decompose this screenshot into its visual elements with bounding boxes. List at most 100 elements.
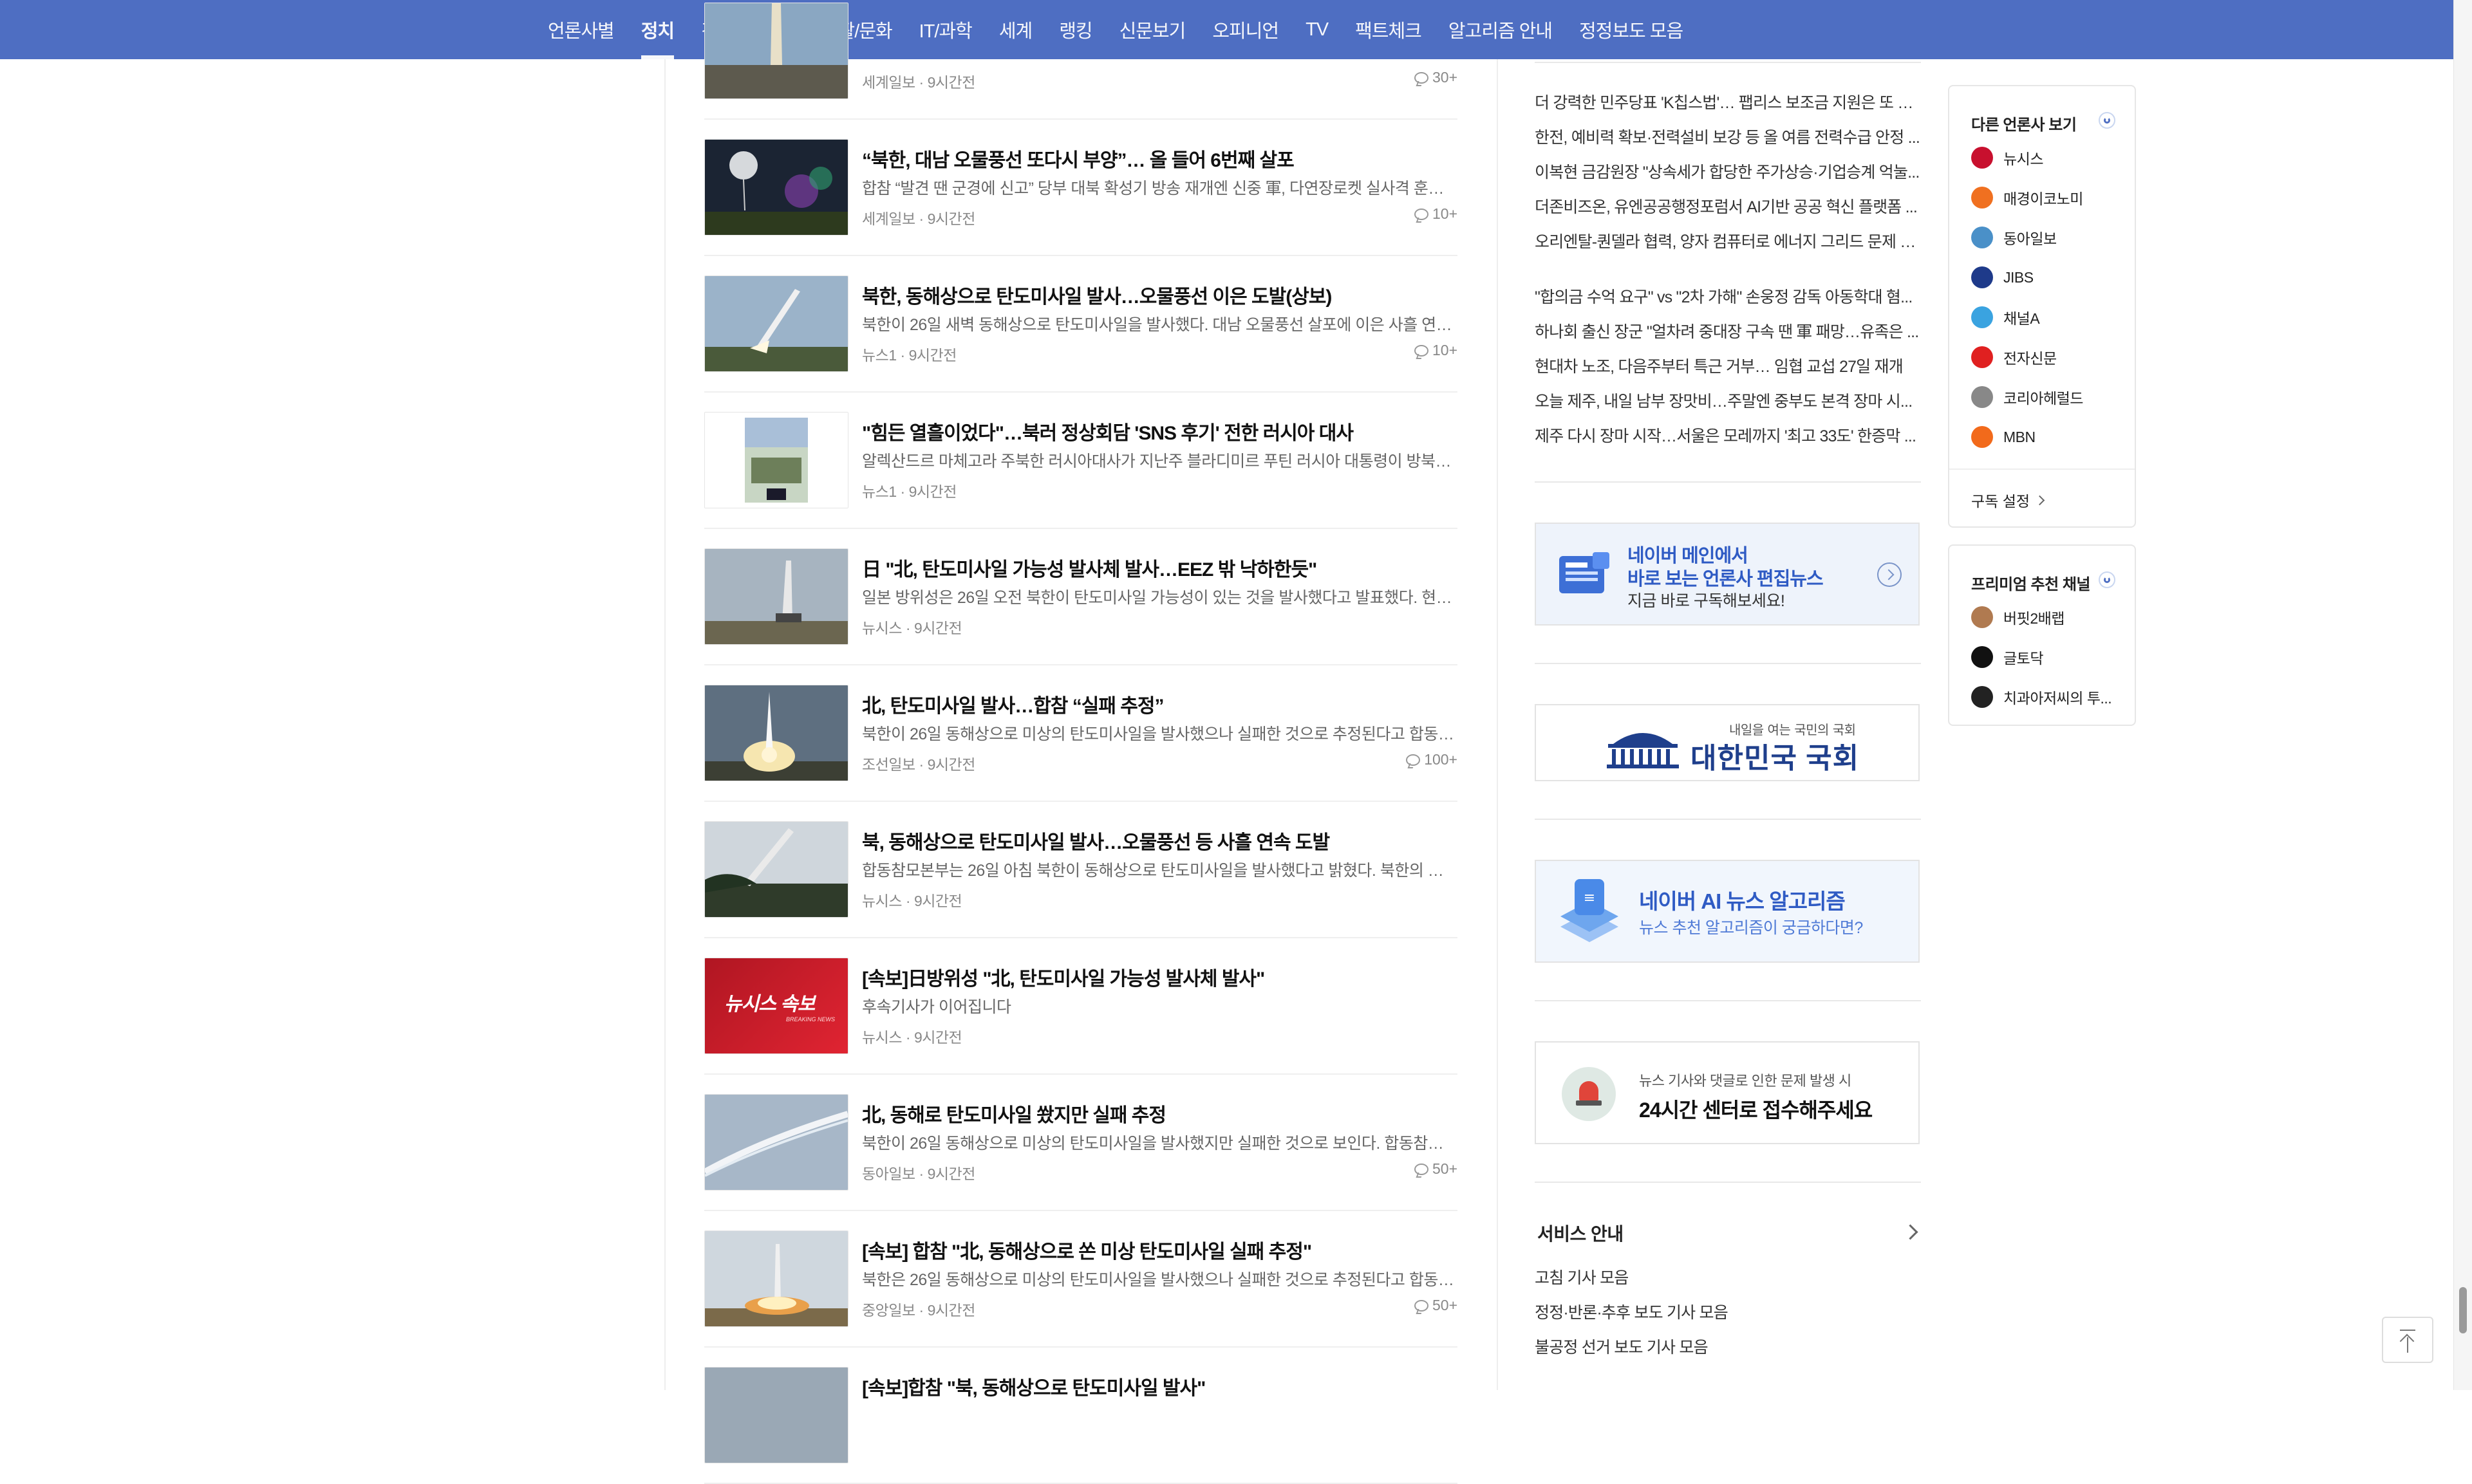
article-summary: 북한이 26일 새벽 동해상으로 탄도미사일을 발사했다. 대남 오물풍선 살포… <box>862 316 1454 334</box>
article-source[interactable]: 뉴시스 <box>862 893 902 909</box>
refresh-icon[interactable] <box>2099 112 2115 129</box>
headline-link[interactable]: 현대차 노조, 다음주부터 특근 거부… 임협 교섭 27일 재개 <box>1535 354 1921 377</box>
service-link[interactable]: 불공정 선거 보도 기사 모음 <box>1535 1335 1921 1358</box>
article-title[interactable]: [속보]日방위성 "北, 탄도미사일 가능성 발사체 발사" <box>862 963 1454 991</box>
article-thumbnail[interactable] <box>704 1367 848 1463</box>
headline-link[interactable]: 더 강력한 민주당표 'K칩스법'… 팹리스 보조금 지원은 또 빠져 <box>1535 90 1921 113</box>
article-title[interactable]: 북한, 동해상으로 탄도미사일 발사…오물풍선 이은 도발(상보) <box>862 281 1454 309</box>
article-title[interactable]: [속보] 합참 "北, 동해상으로 쏜 미상 탄도미사일 실패 추정" <box>862 1236 1454 1264</box>
comment-count[interactable]: 30+ <box>1414 69 1457 86</box>
article-thumbnail[interactable] <box>704 821 848 918</box>
press-item[interactable]: 채널A <box>1971 306 2040 328</box>
nav-item[interactable]: 정정보도 모음 <box>1566 0 1696 59</box>
press-name: 전자신문 <box>2003 350 2057 367</box>
article-source[interactable]: 중앙일보 <box>862 1302 915 1319</box>
headline-link[interactable]: 더존비즈온, 유엔공공행정포럼서 AI기반 공공 혁신 플랫폼 ... <box>1535 194 1921 218</box>
ai-stack-icon: ≡ <box>1560 879 1618 942</box>
national-assembly-banner[interactable]: 내일을 여는 국민의 국회 대한민국 국회 <box>1535 704 1920 781</box>
article-item[interactable]: 北, 동해로 탄도미사일 쐈지만 실패 추정 북한이 26일 동해상으로 미상의 … <box>704 1073 1457 1211</box>
article-item[interactable]: “북한, 대남 오물풍선 또다시 부양”… 올 들어 6번째 살포 합참 “발견 … <box>704 118 1457 256</box>
article-summary: 일본 방위성은 26일 오전 북한이 탄도미사일 가능성이 있는 것을 발사했다… <box>862 589 1454 607</box>
article-thumbnail[interactable] <box>704 1230 848 1327</box>
press-item[interactable]: 코리아헤럴드 <box>1971 386 2083 408</box>
nav-item[interactable]: 언론사별 <box>534 0 628 59</box>
article-source[interactable]: 동아일보 <box>862 1165 915 1182</box>
nav-item[interactable]: 정치 <box>628 0 688 59</box>
article-item[interactable]: 북, 동해상으로 탄도미사일 발사…오물풍선 등 사흘 연속 도발 합동참모본부는… <box>704 801 1457 938</box>
article-title[interactable]: 日 "北, 탄도미사일 가능성 발사체 발사…EEZ 밖 낙하한듯" <box>862 553 1454 582</box>
article-source[interactable]: 조선일보 <box>862 756 915 773</box>
article-item[interactable]: 日 "北, 탄도미사일 가능성 발사체 발사…EEZ 밖 낙하한듯" 일본 방위성… <box>704 528 1457 665</box>
article-title[interactable]: “북한, 대남 오물풍선 또다시 부양”… 올 들어 6번째 살포 <box>862 144 1454 172</box>
article-item[interactable]: 북한, 동해상으로 탄도미사일 발사…오물풍선 이은 도발(상보) 북한이 26일… <box>704 255 1457 393</box>
comment-count[interactable]: 100+ <box>1406 751 1457 768</box>
article-thumbnail[interactable] <box>704 548 848 645</box>
article-title[interactable]: 北, 동해로 탄도미사일 쐈지만 실패 추정 <box>862 1099 1454 1127</box>
article-thumbnail[interactable] <box>704 139 848 236</box>
article-title[interactable]: "힘든 열흘이었다"…북러 정상회담 'SNS 후기' 전한 러시아 대사 <box>862 417 1454 445</box>
headline-link[interactable]: 오리엔탈-퀀델라 협력, 양자 컴퓨터로 에너지 그리드 문제 해결 <box>1535 229 1921 252</box>
press-logo-icon <box>1971 227 1993 248</box>
comment-count[interactable]: 50+ <box>1414 1297 1457 1314</box>
subscribe-settings-link[interactable]: 구독 설정 <box>1971 489 2045 511</box>
arrow-right-icon <box>1877 562 1902 587</box>
press-item[interactable]: 버핏2배랩 <box>1971 606 2065 628</box>
article-title[interactable]: [속보]합참 "북, 동해상으로 탄도미사일 발사" <box>862 1372 1454 1400</box>
article-item[interactable]: [속보]합참 "북, 동해상으로 탄도미사일 발사" <box>704 1346 1457 1484</box>
press-item[interactable]: 치과아저씨의 투... <box>1971 686 2112 708</box>
press-item[interactable]: 뉴시스 <box>1971 147 2043 169</box>
comment-count[interactable]: 50+ <box>1414 1160 1457 1178</box>
siren-icon <box>1562 1067 1616 1121</box>
article-thumbnail[interactable] <box>704 685 848 781</box>
headline-link[interactable]: 오늘 제주, 내일 남부 장맛비…주말엔 중부도 본격 장마 시... <box>1535 389 1921 412</box>
press-item[interactable]: 매경이코노미 <box>1971 187 2083 209</box>
article-source[interactable]: 뉴시스 <box>862 1029 902 1046</box>
article-thumbnail[interactable] <box>704 275 848 372</box>
press-name: MBN <box>2003 428 2036 445</box>
vertical-scrollbar[interactable] <box>2453 0 2472 1390</box>
article-thumbnail[interactable]: 뉴시스 속보 BREAKING NEWS <box>704 958 848 1054</box>
article-source[interactable]: 세계일보 <box>862 74 915 91</box>
middle-divider <box>1497 59 1498 1390</box>
article-item[interactable]: 세계일보 · 9시간전 30+ <box>704 0 1457 120</box>
headline-link[interactable]: "합의금 수억 요구" vs "2차 가해" 손웅정 감독 아동학대 혐... <box>1535 284 1921 308</box>
scrollbar-thumb[interactable] <box>2459 1287 2467 1333</box>
back-to-top-button[interactable] <box>2382 1317 2433 1363</box>
article-time: 9시간전 <box>927 1302 976 1319</box>
article-item[interactable]: 北, 탄도미사일 발사…합참 “실패 추정” 북한이 26일 동해상으로 미상의 … <box>704 664 1457 802</box>
service-link[interactable]: 고침 기사 모음 <box>1535 1265 1921 1288</box>
comment-count[interactable]: 10+ <box>1414 205 1457 223</box>
ai-algorithm-banner[interactable]: ≡ 네이버 AI 뉴스 알고리즘 뉴스 추천 알고리즘이 궁금하다면? <box>1535 860 1920 963</box>
article-title[interactable]: 북, 동해상으로 탄도미사일 발사…오물풍선 등 사흘 연속 도발 <box>862 826 1454 855</box>
chevron-right-icon[interactable] <box>1902 1224 1918 1240</box>
comment-count-value: 10+ <box>1432 205 1457 222</box>
press-item[interactable]: 동아일보 <box>1971 227 2057 248</box>
report-center-banner[interactable]: 뉴스 기사와 댓글로 인한 문제 발생 시 24시간 센터로 접수해주세요 <box>1535 1041 1920 1144</box>
article-source[interactable]: 세계일보 <box>862 210 915 227</box>
article-title[interactable]: 北, 탄도미사일 발사…합참 “실패 추정” <box>862 690 1454 718</box>
editor-news-banner[interactable]: 네이버 메인에서 바로 보는 언론사 편집뉴스 지금 바로 구독해보세요! <box>1535 523 1920 626</box>
article-thumbnail[interactable] <box>704 412 848 508</box>
comment-bubble-icon <box>1414 71 1428 84</box>
headline-link[interactable]: 제주 다시 장마 시작…서울은 모레까지 '최고 33도' 한증막 ... <box>1535 423 1921 447</box>
article-thumbnail[interactable] <box>704 1094 848 1191</box>
press-item[interactable]: 글토닥 <box>1971 646 2043 668</box>
refresh-icon[interactable] <box>2099 571 2115 588</box>
press-item[interactable]: 전자신문 <box>1971 346 2057 368</box>
headline-link[interactable]: 한전, 예비력 확보·전력설비 보강 등 올 여름 전력수급 안정 ... <box>1535 125 1921 148</box>
comment-count[interactable]: 10+ <box>1414 342 1457 359</box>
article-source[interactable]: 뉴스1 <box>862 483 897 500</box>
press-item[interactable]: MBN <box>1971 426 2036 448</box>
article-time: 9시간전 <box>908 347 957 364</box>
article-item[interactable]: "힘든 열흘이었다"…북러 정상회담 'SNS 후기' 전한 러시아 대사 알렉산… <box>704 391 1457 529</box>
article-item[interactable]: 뉴시스 속보 BREAKING NEWS [속보]日방위성 "北, 탄도미사일 가능… <box>704 937 1457 1075</box>
left-divider <box>664 59 666 1390</box>
service-link[interactable]: 정정·반론·추후 보도 기사 모음 <box>1535 1300 1921 1323</box>
press-item[interactable]: JIBS <box>1971 266 2034 288</box>
headline-link[interactable]: 이복현 금감원장 "상속세가 합당한 주가상승·기업승계 억눌... <box>1535 160 1921 183</box>
headline-link[interactable]: 하나회 출신 장군 "얼차려 중대장 구속 땐 軍 패망…유족은 ... <box>1535 319 1921 342</box>
article-item[interactable]: [속보] 합참 "北, 동해상으로 쏜 미상 탄도미사일 실패 추정" 북한은 2… <box>704 1210 1457 1348</box>
article-source[interactable]: 뉴시스 <box>862 620 902 636</box>
article-thumbnail[interactable] <box>704 3 848 99</box>
article-source[interactable]: 뉴스1 <box>862 347 897 364</box>
